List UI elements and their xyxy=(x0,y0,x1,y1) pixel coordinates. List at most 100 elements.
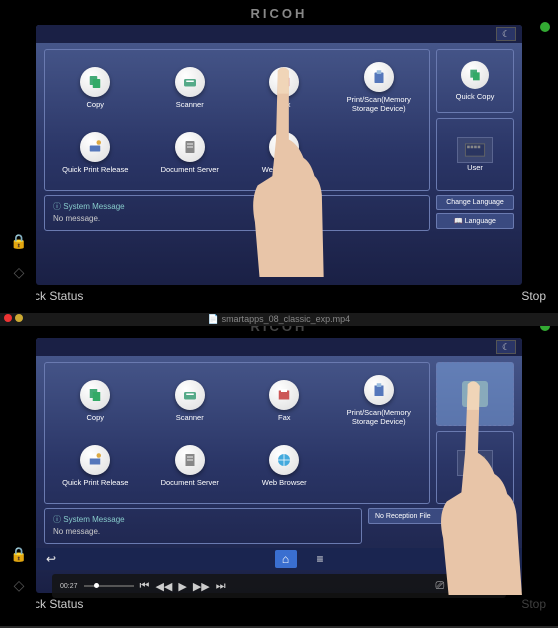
app-label: Scanner xyxy=(176,413,204,422)
video-time-current: 00:27 xyxy=(60,583,78,590)
sysmsg-body: No message. xyxy=(53,527,353,536)
app-label: Fax xyxy=(278,100,291,109)
home-icon: ⌂ xyxy=(282,552,289,566)
lock-icon: 🔒 xyxy=(10,233,27,250)
device-panel-bottom: RICOH 🔒 ◇ ☾ Copy Scanner Fax xyxy=(0,313,558,626)
app-label: Copy xyxy=(86,413,104,422)
app-label: Copy xyxy=(86,100,104,109)
app-scanner[interactable]: Scanner xyxy=(144,369,237,432)
lower-area: System Message No message. No Reception … xyxy=(36,508,522,548)
change-language-button[interactable]: Change Language xyxy=(436,195,514,210)
system-message-box: System Message No message. xyxy=(44,508,362,544)
video-rewind-button[interactable]: ◀◀ xyxy=(155,580,172,593)
window-close-icon[interactable] xyxy=(4,314,12,322)
app-grid: Copy Scanner Fax Print/Scan(Memory Stora… xyxy=(44,362,430,504)
nav-bar: ↩ ⌂ ≡ xyxy=(36,548,522,570)
user-button[interactable]: User xyxy=(436,118,514,191)
app-memory-print[interactable]: Print/Scan(Memory Storage Device) xyxy=(333,369,426,432)
filename-bar: 📄 smartapps_08_classic_exp.mp4 xyxy=(0,313,558,326)
main-area: Copy Scanner Fax Print/Scan(Memory Stora… xyxy=(36,356,522,508)
app-doc-server[interactable]: Document Server xyxy=(144,121,237,184)
touchscreen[interactable]: ☾ Copy Scanner Fax Print/Scan xyxy=(36,25,522,285)
user-label: User xyxy=(467,476,483,485)
diamond-icon: ◇ xyxy=(14,577,25,594)
video-progress[interactable] xyxy=(84,585,134,587)
device-panel-top: RICOH 🔒 ◇ ☾ Copy Scanner Fa xyxy=(0,0,558,313)
reception-file-button[interactable]: No Reception File 🔒 xyxy=(368,508,468,524)
copy-icon xyxy=(80,380,110,410)
app-copy[interactable]: Copy xyxy=(49,56,142,119)
browser-icon xyxy=(269,445,299,475)
video-next-button[interactable]: ⏭ xyxy=(216,580,226,593)
top-bar: ☾ xyxy=(36,25,522,43)
video-forward-button[interactable]: ▶▶ xyxy=(193,580,210,593)
lower-area: System Message No message. Change Langua… xyxy=(36,195,522,235)
app-grid: Copy Scanner Fax Print/Scan(Memory Stora… xyxy=(44,49,430,191)
app-label: Web Browser xyxy=(262,165,307,174)
sleep-button[interactable]: ☾ xyxy=(496,27,516,41)
video-play-button[interactable]: ▶ xyxy=(178,580,186,593)
moon-icon: ☾ xyxy=(502,342,510,353)
app-quick-print[interactable]: Quick Print Release xyxy=(49,121,142,184)
app-label: Document Server xyxy=(161,165,219,174)
memprint-icon xyxy=(364,375,394,405)
dragging-widget[interactable] xyxy=(436,362,514,426)
status-led-icon xyxy=(540,22,550,32)
app-label: Print/Scan(Memory Storage Device) xyxy=(333,408,426,426)
app-scanner[interactable]: Scanner xyxy=(144,56,237,119)
touchscreen[interactable]: ☾ Copy Scanner Fax Print/Scan(Memory xyxy=(36,338,522,593)
quickprint-icon xyxy=(80,132,110,162)
app-copy[interactable]: Copy xyxy=(49,369,142,432)
side-panel: Quick Copy User xyxy=(436,49,514,191)
app-fax[interactable]: Fax xyxy=(238,56,331,119)
stop-button[interactable]: Stop xyxy=(521,597,546,611)
browser-icon xyxy=(269,132,299,162)
app-label: Web Browser xyxy=(262,478,307,487)
quick-copy-button[interactable]: Quick Copy xyxy=(436,49,514,113)
app-memory-print[interactable]: Print/Scan(Memory Storage Device) xyxy=(333,56,426,119)
app-browser[interactable]: Web Browser xyxy=(238,434,331,497)
bezel-left: 🔒 ◇ xyxy=(2,2,36,311)
quick-copy-label: Quick Copy xyxy=(456,92,495,101)
app-label: Print/Scan(Memory Storage Device) xyxy=(333,95,426,113)
sysmsg-body: No message. xyxy=(53,214,421,223)
docserver-icon xyxy=(175,445,205,475)
window-minimize-icon[interactable] xyxy=(15,314,23,322)
nav-home-button[interactable]: ⌂ xyxy=(275,550,297,568)
video-controls: 00:27 ⏮ ◀◀ ▶ ▶▶ ⏭ ⎚ 01:19 ▭ ⛶ xyxy=(52,574,506,598)
bezel-left: 🔒 ◇ xyxy=(2,315,36,624)
moon-icon: ☾ xyxy=(502,29,510,40)
app-doc-server[interactable]: Document Server xyxy=(144,434,237,497)
app-label: Quick Print Release xyxy=(62,165,128,174)
language-button[interactable]: 📖 Language xyxy=(436,213,514,229)
quickcopy-icon xyxy=(461,61,489,89)
lock-icon: 🔒 xyxy=(10,546,27,563)
video-pip-icon[interactable]: ▭ xyxy=(474,580,484,593)
language-panel: Change xyxy=(474,508,514,544)
quickprint-icon xyxy=(80,445,110,475)
stop-button[interactable]: Stop xyxy=(521,289,546,303)
app-quick-print[interactable]: Quick Print Release xyxy=(49,434,142,497)
fax-icon xyxy=(269,67,299,97)
video-time-total: 01:19 xyxy=(450,583,468,590)
video-prev-button[interactable]: ⏮ xyxy=(140,580,150,593)
memprint-icon xyxy=(364,62,394,92)
side-panel: User xyxy=(436,362,514,504)
app-browser[interactable]: Web Browser xyxy=(238,121,331,184)
app-fax[interactable]: Fax xyxy=(238,369,331,432)
system-message-box: System Message No message. xyxy=(44,195,430,231)
sysmsg-title: System Message xyxy=(53,201,421,212)
sleep-button[interactable]: ☾ xyxy=(496,340,516,354)
top-bar: ☾ xyxy=(36,338,522,356)
video-airplay-icon[interactable]: ⎚ xyxy=(436,580,445,593)
scanner-icon xyxy=(175,380,205,410)
change-button[interactable]: Change xyxy=(474,508,514,523)
bottom-bar: Check Status Stop xyxy=(2,285,556,307)
main-area: Copy Scanner Fax Print/Scan(Memory Stora… xyxy=(36,43,522,195)
docserver-icon xyxy=(175,132,205,162)
user-label: User xyxy=(467,163,483,172)
video-fullscreen-icon[interactable]: ⛶ xyxy=(490,580,498,593)
user-button[interactable]: User xyxy=(436,431,514,504)
nav-back-button[interactable]: ↩ xyxy=(46,552,56,566)
nav-menu-button[interactable]: ≡ xyxy=(317,552,324,566)
